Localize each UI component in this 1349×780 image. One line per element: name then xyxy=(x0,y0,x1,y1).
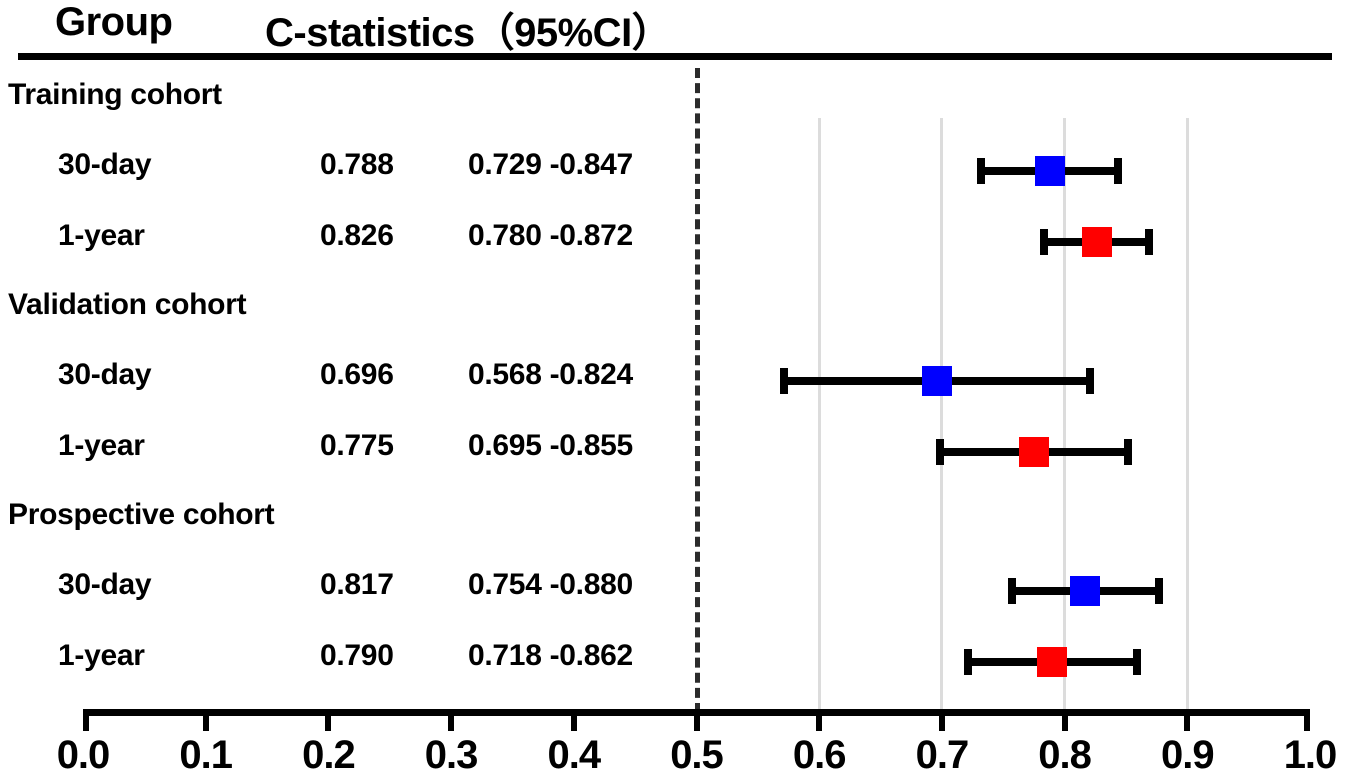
row-confidence-interval: 0.695 -0.855 xyxy=(468,429,633,462)
row-label: 30-day xyxy=(58,568,152,601)
x-axis-tick-label: 0.5 xyxy=(670,733,724,777)
gridline xyxy=(940,118,944,713)
confidence-interval-bar xyxy=(779,377,1095,385)
ci-lower-cap xyxy=(963,649,972,675)
x-axis-tick-label: 0.8 xyxy=(1038,733,1092,777)
x-axis-tick xyxy=(816,709,823,731)
x-axis-tick-label: 0.3 xyxy=(424,733,479,777)
x-axis-tick xyxy=(202,709,209,731)
ci-lower-cap xyxy=(935,439,944,465)
x-axis-tick xyxy=(448,709,455,731)
ci-lower-cap xyxy=(779,368,788,394)
x-axis-tick-label: 1.0 xyxy=(1283,733,1338,777)
row-label: 1-year xyxy=(58,219,145,252)
confidence-interval-bar xyxy=(977,167,1123,175)
row-confidence-interval: 0.780 -0.872 xyxy=(468,219,633,252)
confidence-interval-bar xyxy=(1008,587,1163,595)
row-estimate: 0.790 xyxy=(320,639,394,672)
point-estimate-marker xyxy=(1081,227,1112,257)
gridline xyxy=(817,118,821,713)
x-axis-tick xyxy=(693,709,700,731)
point-estimate-marker xyxy=(1070,576,1101,606)
x-axis-tick-label: 0.4 xyxy=(547,733,601,777)
column-header-cstatistics: C-statistics（95%CI） xyxy=(265,11,672,55)
row-estimate: 0.788 xyxy=(320,148,394,181)
ci-upper-cap xyxy=(1114,158,1123,184)
x-axis-tick-label: 0.6 xyxy=(792,733,847,777)
row-estimate: 0.775 xyxy=(320,429,394,462)
row-label: 30-day xyxy=(58,358,152,391)
row-confidence-interval: 0.754 -0.880 xyxy=(468,568,633,601)
column-header-group: Group xyxy=(55,0,173,44)
ci-upper-cap xyxy=(1144,229,1153,255)
ci-lower-cap xyxy=(1008,578,1017,604)
x-axis-tick-label: 0.9 xyxy=(1160,733,1215,777)
header-rule xyxy=(18,53,1332,60)
ci-upper-cap xyxy=(1086,368,1095,394)
confidence-interval-bar xyxy=(963,658,1141,666)
point-estimate-marker xyxy=(1034,156,1065,186)
row-label: 30-day xyxy=(58,148,152,181)
x-axis-tick xyxy=(1061,709,1068,731)
x-axis-tick-label: 0.0 xyxy=(56,733,111,777)
ci-upper-cap xyxy=(1132,649,1141,675)
cohort-heading: Validation cohort xyxy=(8,288,247,321)
confidence-interval-bar xyxy=(1040,238,1153,246)
row-label: 1-year xyxy=(58,639,145,672)
x-axis-tick xyxy=(325,709,332,731)
row-estimate: 0.826 xyxy=(320,219,394,252)
gridline xyxy=(1063,118,1067,713)
x-axis-tick xyxy=(83,709,89,731)
point-estimate-marker xyxy=(1018,437,1049,467)
row-estimate: 0.696 xyxy=(320,358,394,391)
gridline xyxy=(1185,118,1189,713)
x-axis-tick xyxy=(570,709,577,731)
ci-upper-cap xyxy=(1124,439,1133,465)
confidence-interval-bar xyxy=(935,448,1133,456)
row-confidence-interval: 0.718 -0.862 xyxy=(468,639,633,672)
x-axis-tick xyxy=(1304,709,1310,731)
point-estimate-marker xyxy=(1037,647,1068,677)
forest-plot: Group C-statistics（95%CI） Training cohor… xyxy=(0,0,1349,780)
x-axis-tick-label: 0.2 xyxy=(302,733,356,777)
row-label: 1-year xyxy=(58,429,145,462)
x-axis-tick-label: 0.1 xyxy=(179,733,233,777)
x-axis-tick xyxy=(1184,709,1191,731)
cohort-heading: Training cohort xyxy=(8,78,222,111)
cohort-heading: Prospective cohort xyxy=(8,498,275,531)
ci-upper-cap xyxy=(1154,578,1163,604)
row-confidence-interval: 0.729 -0.847 xyxy=(468,148,633,181)
ci-lower-cap xyxy=(977,158,986,184)
row-estimate: 0.817 xyxy=(320,568,394,601)
x-axis-tick-label: 0.7 xyxy=(915,733,970,777)
row-confidence-interval: 0.568 -0.824 xyxy=(468,358,633,391)
x-axis-tick xyxy=(938,709,945,731)
point-estimate-marker xyxy=(921,366,952,396)
ci-lower-cap xyxy=(1040,229,1049,255)
